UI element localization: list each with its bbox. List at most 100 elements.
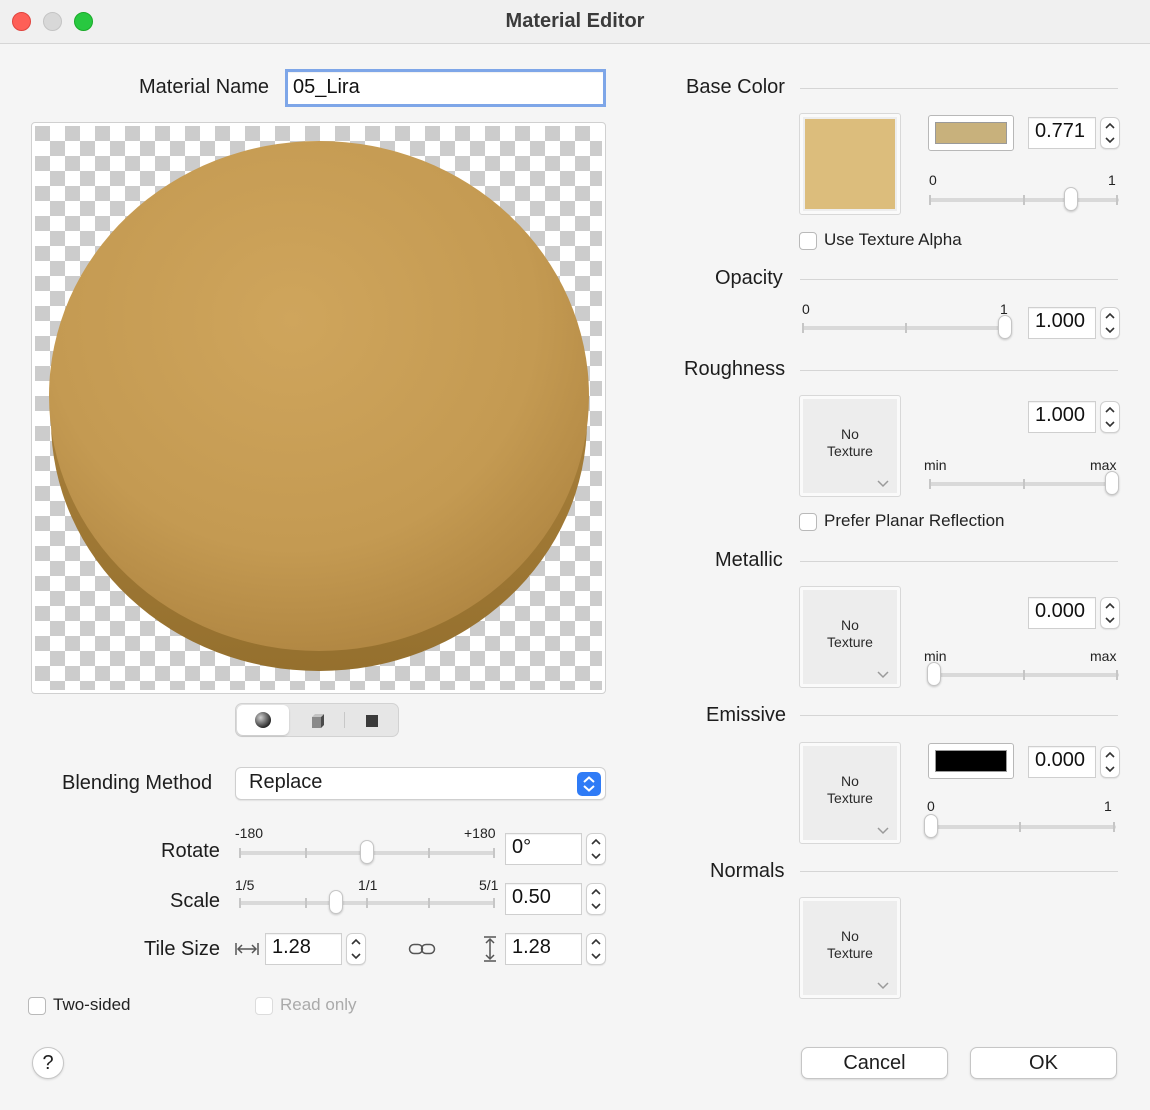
normals-no-texture-line2: Texture (827, 945, 873, 961)
metallic-texture-well[interactable]: No Texture (799, 586, 901, 688)
emissive-no-texture-line2: Texture (827, 790, 873, 806)
chevron-down-icon (351, 953, 361, 960)
emissive-slider-track[interactable] (927, 825, 1116, 829)
metallic-no-texture-line1: No (841, 617, 859, 633)
opacity-input[interactable]: 1.000 (1028, 307, 1096, 339)
chevron-up-icon (1105, 751, 1115, 758)
scale-slider-knob[interactable] (329, 890, 343, 914)
use-texture-alpha-checkbox[interactable] (799, 232, 817, 250)
emissive-input[interactable]: 0.000 (1028, 746, 1096, 778)
read-only-checkbox (255, 997, 273, 1015)
cancel-button[interactable]: Cancel (801, 1047, 948, 1079)
chevron-down-icon (591, 903, 601, 910)
chevron-up-down-icon (577, 772, 601, 796)
width-arrows-icon (235, 943, 259, 955)
preview-mode-plane[interactable] (346, 705, 398, 735)
tile-width-stepper[interactable] (346, 933, 366, 965)
scale-input[interactable]: 0.50 (505, 883, 582, 915)
preview-canvas (35, 126, 602, 690)
metallic-input[interactable]: 0.000 (1028, 597, 1096, 629)
roughness-no-texture-line2: Texture (827, 443, 873, 459)
chevron-down-icon (591, 853, 601, 860)
blending-method-value: Replace (249, 771, 323, 793)
opacity-stepper[interactable] (1100, 307, 1120, 339)
preview-mode-selector (235, 703, 399, 737)
base-color-input[interactable]: 0.771 (1028, 117, 1096, 149)
metallic-stepper[interactable] (1100, 597, 1120, 629)
preview-sphere (49, 141, 589, 651)
roughness-texture-well[interactable]: No Texture (799, 395, 901, 497)
roughness-slider-knob[interactable] (1105, 471, 1119, 495)
base-color-min-label: 0 (929, 172, 937, 188)
roughness-input[interactable]: 1.000 (1028, 401, 1096, 433)
emissive-label: Emissive (706, 704, 787, 726)
preview-mode-sphere[interactable] (237, 705, 289, 735)
emissive-color-fill (935, 750, 1007, 772)
emissive-no-texture-line1: No (841, 773, 859, 789)
chevron-down-icon (1105, 421, 1115, 428)
emissive-color-swatch[interactable] (928, 743, 1014, 779)
roughness-min-label: min (924, 457, 947, 473)
base-color-fill (935, 122, 1007, 144)
base-color-stepper[interactable] (1100, 117, 1120, 149)
material-name-input[interactable]: 05_Lira (285, 69, 606, 107)
opacity-min-label: 0 (802, 301, 810, 317)
two-sided-checkbox[interactable] (28, 997, 46, 1015)
base-color-texture-thumbnail (805, 119, 895, 209)
base-color-slider-knob[interactable] (1064, 187, 1078, 211)
link-chain-icon[interactable] (408, 941, 436, 957)
scale-min-label: 1/5 (235, 877, 255, 893)
material-name-label: Material Name (139, 76, 270, 98)
rotate-stepper[interactable] (586, 833, 606, 865)
two-sided-label: Two-sided (53, 995, 131, 1014)
scale-stepper[interactable] (586, 883, 606, 915)
chevron-down-icon (1105, 617, 1115, 624)
tile-height-stepper[interactable] (586, 933, 606, 965)
help-button[interactable]: ? (32, 1047, 64, 1079)
opacity-label: Opacity (715, 267, 783, 289)
window-title: Material Editor (505, 10, 645, 32)
blending-method-select[interactable]: Replace (235, 767, 606, 800)
tile-width-input[interactable]: 1.28 (265, 933, 342, 965)
rotate-slider-knob[interactable] (360, 840, 374, 864)
scale-label: Scale (170, 890, 221, 912)
chevron-up-icon (591, 888, 601, 895)
tile-height-input[interactable]: 1.28 (505, 933, 582, 965)
emissive-max-label: 1 (1104, 798, 1112, 814)
chevron-up-icon (351, 938, 361, 945)
opacity-slider-knob[interactable] (998, 315, 1012, 339)
emissive-stepper[interactable] (1100, 746, 1120, 778)
ok-button[interactable]: OK (970, 1047, 1117, 1079)
roughness-no-texture-line1: No (841, 426, 859, 442)
normals-texture-well[interactable]: No Texture (799, 897, 901, 999)
chevron-down-icon (877, 671, 889, 679)
preview-mode-cube[interactable] (292, 705, 344, 735)
base-color-texture-well[interactable] (799, 113, 901, 215)
chevron-up-icon (591, 838, 601, 845)
rotate-input[interactable]: 0° (505, 833, 582, 865)
metallic-slider-knob[interactable] (927, 662, 941, 686)
rotate-label: Rotate (161, 840, 220, 862)
emissive-slider-knob[interactable] (924, 814, 938, 838)
roughness-stepper[interactable] (1100, 401, 1120, 433)
metallic-max-label: max (1090, 648, 1117, 664)
rotate-max-label: +180 (464, 825, 496, 841)
normals-no-texture-line1: No (841, 928, 859, 944)
chevron-down-icon (1105, 137, 1115, 144)
chevron-down-icon (591, 953, 601, 960)
chevron-down-icon (1105, 327, 1115, 334)
chevron-up-icon (1105, 122, 1115, 129)
prefer-planar-reflection-checkbox[interactable] (799, 513, 817, 531)
blending-method-label: Blending Method (62, 772, 213, 794)
chevron-down-icon (877, 982, 889, 990)
chevron-up-icon (591, 938, 601, 945)
scale-max-label: 5/1 (479, 877, 499, 893)
chevron-up-icon (1105, 312, 1115, 319)
height-arrows-icon (484, 936, 496, 962)
emissive-texture-well[interactable]: No Texture (799, 742, 901, 844)
use-texture-alpha-label: Use Texture Alpha (824, 230, 962, 249)
base-color-swatch[interactable] (928, 115, 1014, 151)
prefer-planar-reflection-label: Prefer Planar Reflection (824, 511, 1005, 530)
chevron-up-icon (1105, 602, 1115, 609)
roughness-label: Roughness (684, 358, 786, 380)
